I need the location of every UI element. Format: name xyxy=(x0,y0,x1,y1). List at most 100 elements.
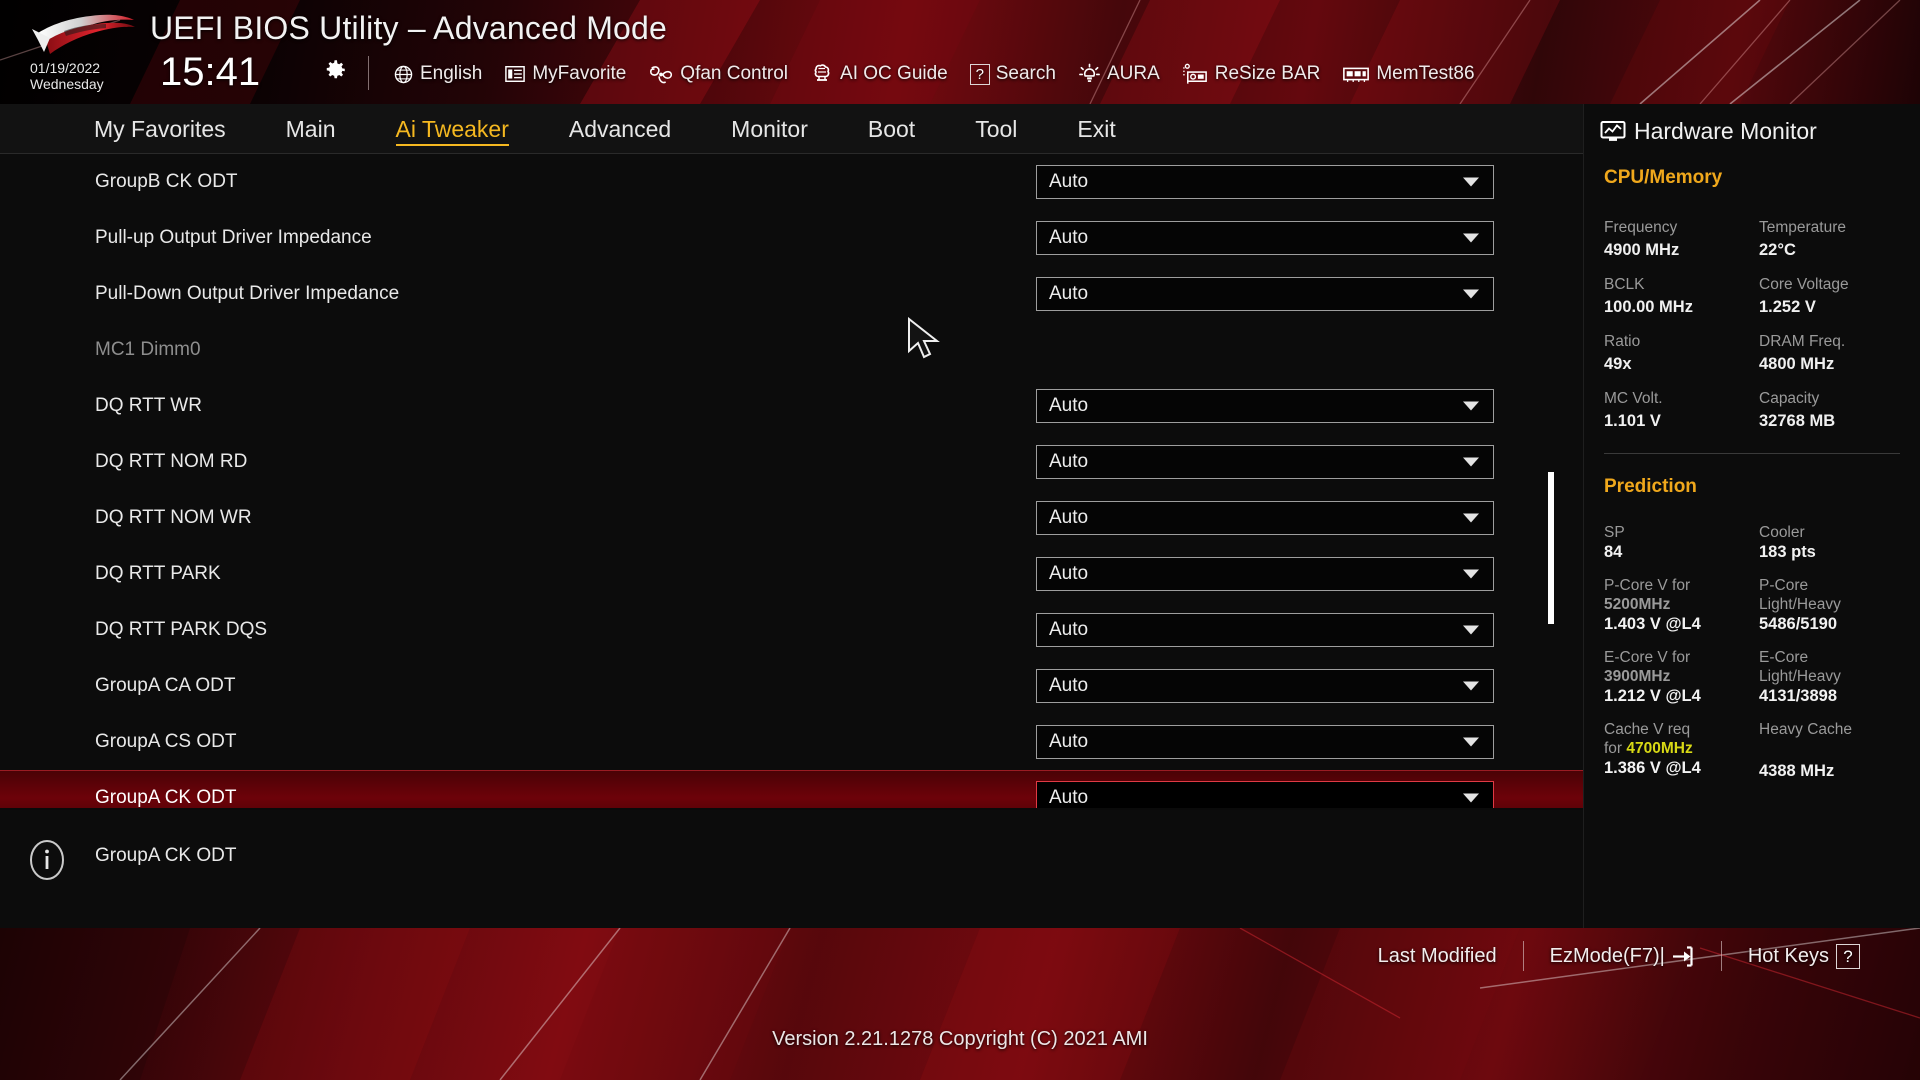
tool-qfan-control[interactable]: Qfan Control xyxy=(637,58,799,90)
monitor-chart-icon xyxy=(1600,121,1626,141)
chevron-down-icon xyxy=(1463,289,1479,299)
settings-dropdown[interactable]: Auto xyxy=(1036,501,1494,535)
settings-dropdown[interactable]: Auto xyxy=(1036,445,1494,479)
settings-row-label: DQ RTT NOM RD xyxy=(95,451,248,472)
nav-tab-main[interactable]: Main xyxy=(256,104,366,154)
globe-icon xyxy=(394,65,413,83)
settings-row-label: GroupB CK ODT xyxy=(95,171,238,192)
settings-row[interactable]: DQ RTT PARK Auto xyxy=(0,546,1583,602)
chevron-down-icon xyxy=(1463,233,1479,243)
settings-row-label: DQ RTT WR xyxy=(95,395,202,416)
nav-tab-ai-tweaker[interactable]: Ai Tweaker xyxy=(366,104,539,154)
pred-label-line2: for 4700MHz xyxy=(1604,739,1759,758)
fan-icon xyxy=(650,65,673,83)
pred-value: 5486/5190 xyxy=(1759,615,1837,633)
settings-row[interactable]: DQ RTT PARK DQS Auto xyxy=(0,602,1583,658)
chevron-down-icon xyxy=(1463,625,1479,635)
hardware-monitor-panel: Hardware Monitor CPU/Memory Frequency Te… xyxy=(1583,104,1920,928)
nav-tab-advanced[interactable]: Advanced xyxy=(539,104,701,154)
tool-language[interactable]: English xyxy=(382,58,493,90)
footer-actions: Last Modified EzMode(F7)| Hot Keys ? xyxy=(1352,934,1886,978)
header-divider xyxy=(368,56,369,90)
chevron-down-icon xyxy=(1463,457,1479,467)
nav-tab-boot[interactable]: Boot xyxy=(838,104,945,154)
last-modified-button[interactable]: Last Modified xyxy=(1352,934,1523,978)
hardware-monitor-title-label: Hardware Monitor xyxy=(1634,118,1817,144)
settings-row[interactable]: Pull-up Output Driver Impedance Auto xyxy=(0,210,1583,266)
hwm-label: BCLK xyxy=(1604,276,1645,293)
settings-row-label: Pull-Down Output Driver Impedance xyxy=(95,283,400,304)
hwm-value: 22°C xyxy=(1759,241,1796,259)
settings-row[interactable]: GroupB CK ODT Auto xyxy=(0,154,1583,210)
settings-dropdown-value: Auto xyxy=(1049,787,1089,808)
settings-row[interactable]: Pull-Down Output Driver Impedance Auto xyxy=(0,266,1583,322)
nav-tab-my-favorites[interactable]: My Favorites xyxy=(64,104,256,154)
header-bar: UEFI BIOS Utility – Advanced Mode 01/19/… xyxy=(0,0,1920,104)
app-title: UEFI BIOS Utility – Advanced Mode xyxy=(150,10,668,46)
tool-resize-bar-label: ReSize BAR xyxy=(1214,63,1321,84)
rog-logo-icon xyxy=(32,14,135,54)
memory-module-icon xyxy=(1343,67,1370,82)
settings-dropdown[interactable]: Auto xyxy=(1036,669,1494,703)
chevron-down-icon xyxy=(1463,681,1479,691)
nav-tab-label: My Favorites xyxy=(94,115,226,142)
settings-row[interactable]: DQ RTT WR Auto xyxy=(0,378,1583,434)
ezmode-button[interactable]: EzMode(F7)| xyxy=(1524,934,1721,978)
header-tools: English MyFavorite Qfan Control AI OC Gu… xyxy=(382,58,1486,90)
pred-value: 183 pts xyxy=(1759,543,1816,561)
pred-label: SP xyxy=(1604,524,1625,541)
settings-dropdown[interactable]: Auto xyxy=(1036,781,1494,808)
tool-aura[interactable]: AURA xyxy=(1067,58,1171,90)
chevron-down-icon xyxy=(1463,177,1479,187)
nav-tab-monitor[interactable]: Monitor xyxy=(701,104,838,154)
pred-value: 1.403 V @L4 xyxy=(1604,615,1701,633)
lighting-icon xyxy=(1079,63,1100,82)
settings-row[interactable]: DQ RTT NOM WR Auto xyxy=(0,490,1583,546)
question-box-icon: ? xyxy=(969,63,990,85)
tool-memtest86[interactable]: MemTest86 xyxy=(1331,58,1485,90)
nav-tab-label: Boot xyxy=(867,115,916,142)
hwm-label: DRAM Freq. xyxy=(1759,333,1846,350)
gear-icon[interactable] xyxy=(322,57,348,83)
pred-sp: SP 84 xyxy=(1604,510,1759,563)
settings-row[interactable]: GroupA CA ODT Auto xyxy=(0,658,1583,714)
tool-ai-oc-guide[interactable]: AI OC Guide xyxy=(799,58,959,90)
pred-value: 1.386 V @L4 xyxy=(1604,759,1701,777)
settings-dropdown[interactable]: Auto xyxy=(1036,389,1494,423)
hwm-label: Ratio xyxy=(1604,333,1641,350)
nav-tab-tool[interactable]: Tool xyxy=(945,104,1047,154)
pred-ecore-lightheavy: E-Core Light/Heavy 4131/3898 xyxy=(1759,635,1920,707)
settings-dropdown[interactable]: Auto xyxy=(1036,221,1494,255)
tool-search[interactable]: ? Search xyxy=(959,58,1067,90)
settings-row[interactable]: GroupA CS ODT Auto xyxy=(0,714,1583,770)
hwm-label: Temperature xyxy=(1759,219,1847,236)
nav-tab-label: Advanced xyxy=(568,115,672,142)
tool-memtest86-label: MemTest86 xyxy=(1376,63,1475,84)
hwm-section-prediction: Prediction xyxy=(1604,476,1697,497)
settings-row[interactable]: DQ RTT NOM RD Auto xyxy=(0,434,1583,490)
settings-dropdown[interactable]: Auto xyxy=(1036,613,1494,647)
pred-label-highlight: 4700MHz xyxy=(1626,740,1693,757)
settings-dropdown-value: Auto xyxy=(1049,563,1089,584)
hwm-value: 4900 MHz xyxy=(1604,241,1680,259)
settings-dropdown[interactable]: Auto xyxy=(1036,725,1494,759)
settings-dropdown[interactable]: Auto xyxy=(1036,165,1494,199)
pred-value: 1.212 V @L4 xyxy=(1604,687,1701,705)
settings-dropdown[interactable]: Auto xyxy=(1036,277,1494,311)
tool-resize-bar[interactable]: ReSize BAR xyxy=(1171,58,1332,90)
tool-ai-oc-label: AI OC Guide xyxy=(840,63,948,84)
settings-dropdown-value: Auto xyxy=(1049,171,1089,192)
settings-dropdown[interactable]: Auto xyxy=(1036,557,1494,591)
arrow-into-box-icon xyxy=(1670,944,1695,969)
pred-value: 84 xyxy=(1604,543,1623,561)
settings-scrollbar[interactable] xyxy=(1547,154,1555,808)
hwm-prediction-grid: SP 84 Cooler 183 pts P-Core V for 5200MH… xyxy=(1584,498,1920,782)
pred-label-for: for xyxy=(1604,740,1623,757)
hotkeys-button[interactable]: Hot Keys ? xyxy=(1722,934,1886,978)
scrollbar-thumb[interactable] xyxy=(1548,472,1554,624)
settings-row[interactable]: GroupA CK ODT Auto xyxy=(0,770,1583,808)
pred-label: Heavy Cache xyxy=(1759,721,1853,738)
tool-myfavorite[interactable]: MyFavorite xyxy=(493,58,637,90)
hwm-value: 100.00 MHz xyxy=(1604,298,1693,316)
nav-tab-exit[interactable]: Exit xyxy=(1047,104,1145,154)
